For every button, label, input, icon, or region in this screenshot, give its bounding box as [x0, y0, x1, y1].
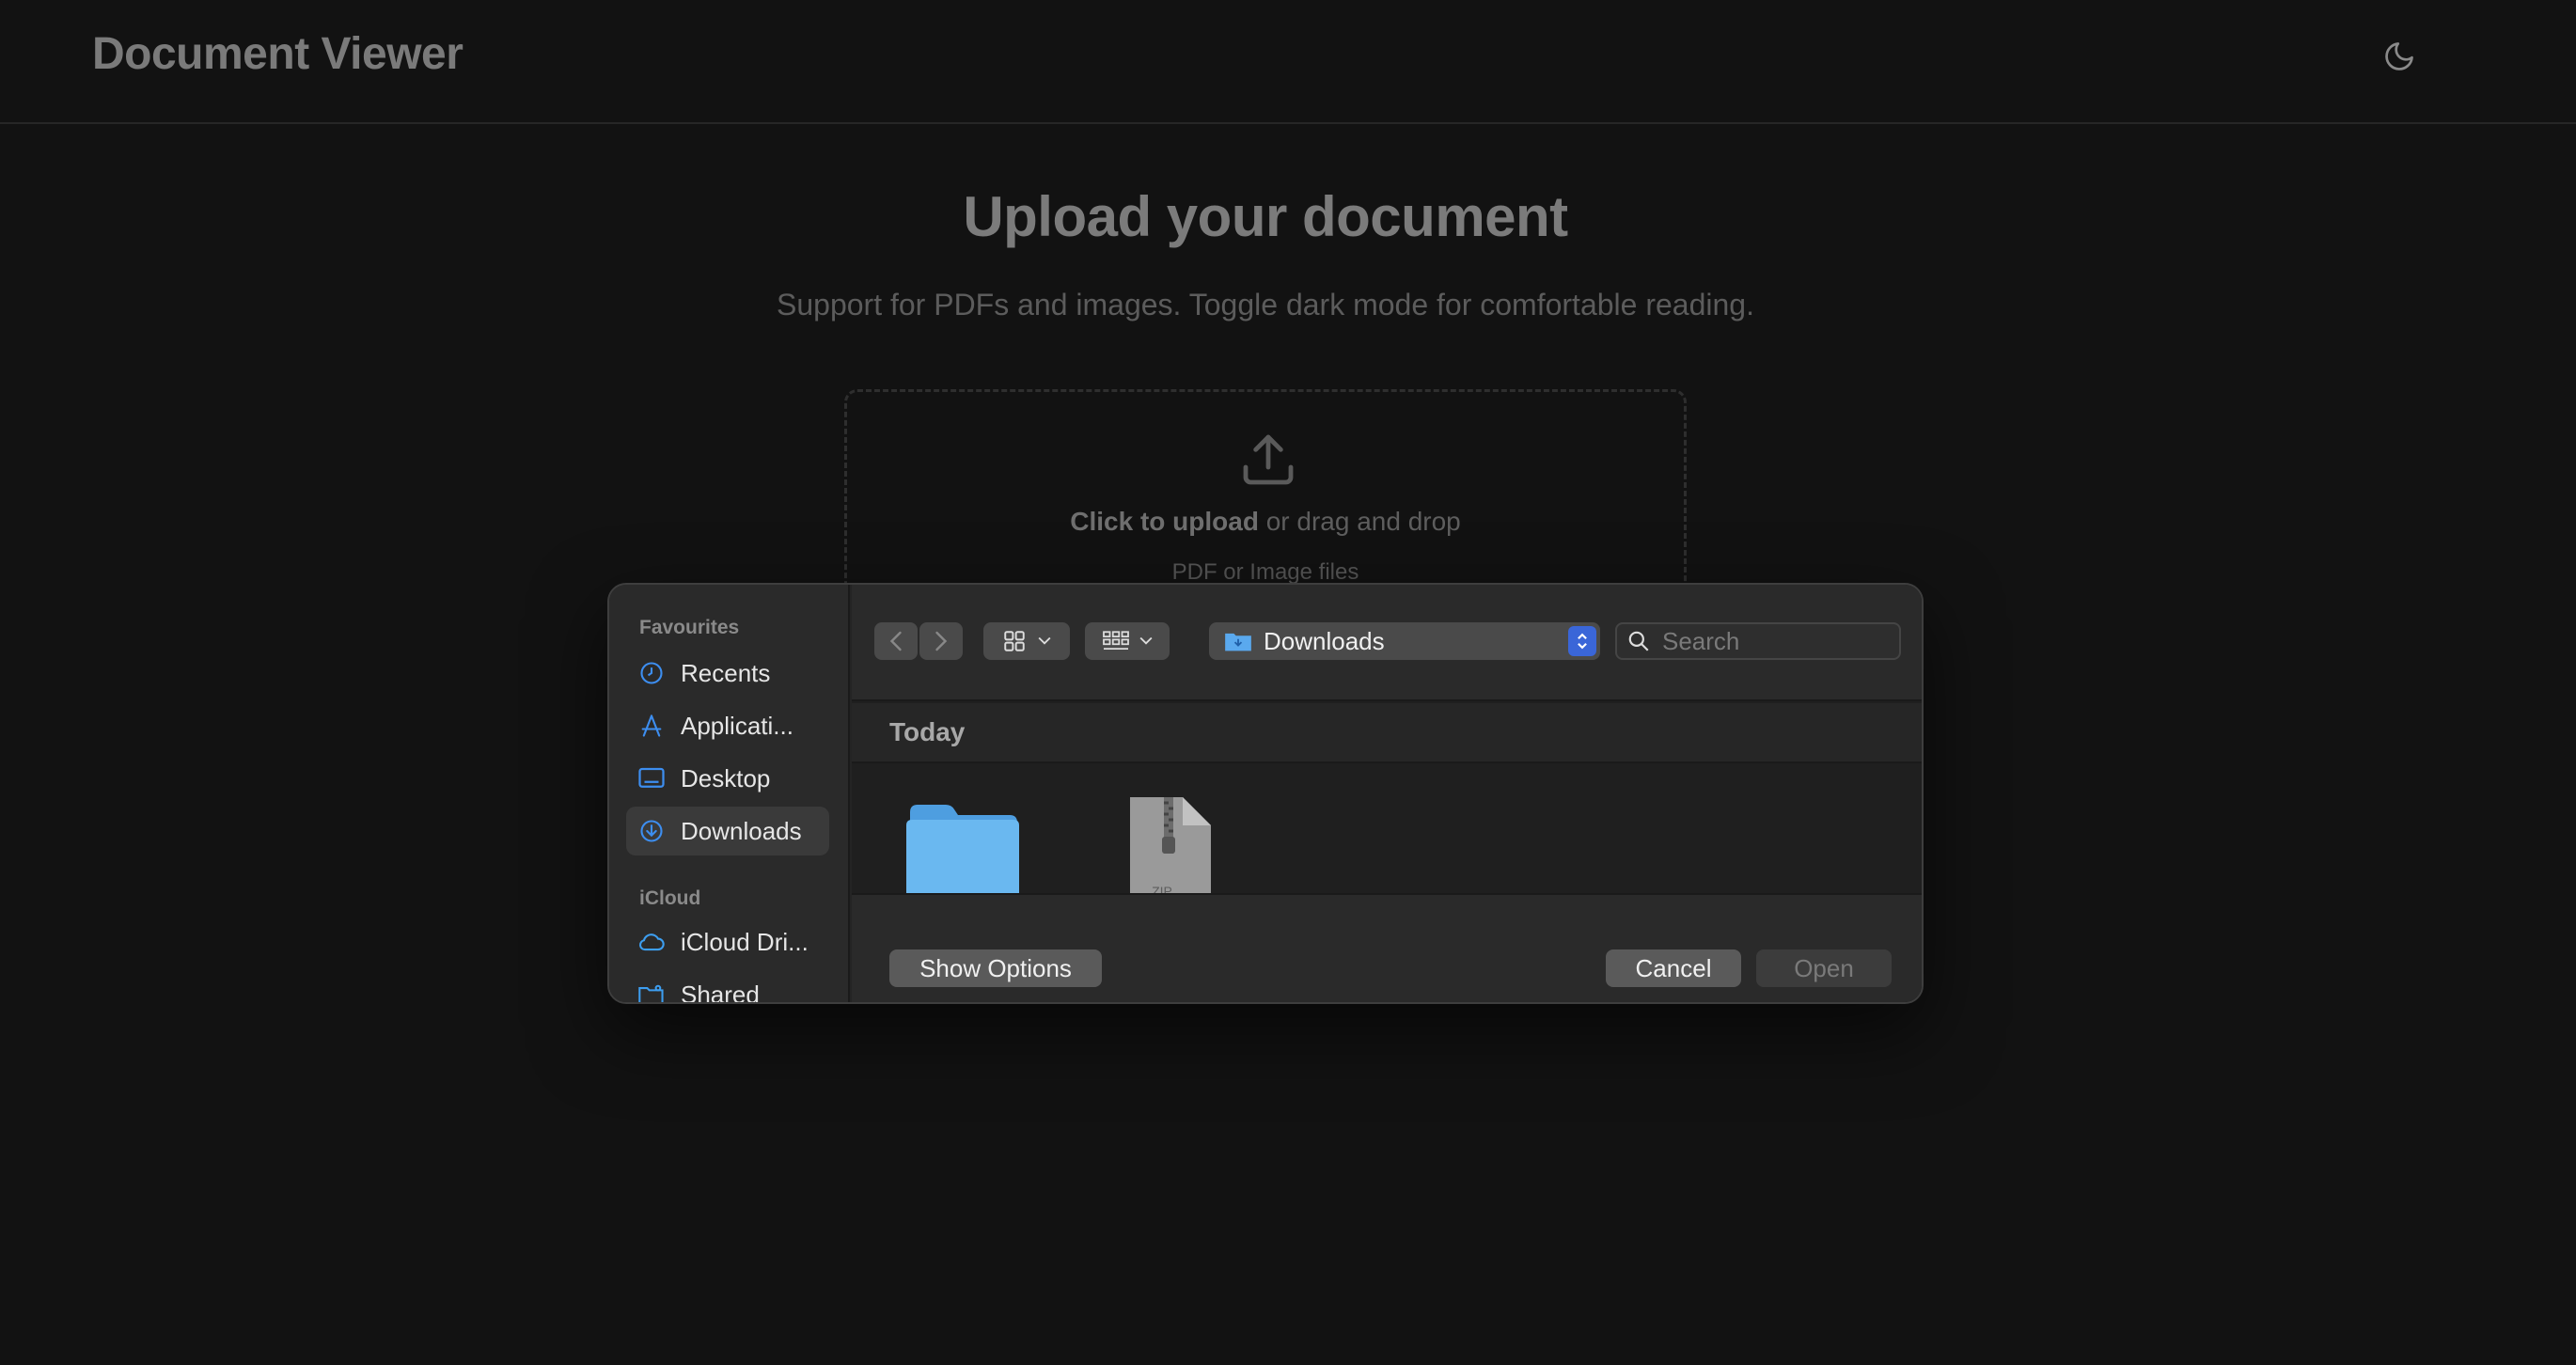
desktop-icon — [637, 764, 666, 792]
sidebar-item-desktop[interactable]: Desktop — [626, 754, 829, 803]
back-button[interactable] — [874, 622, 918, 660]
chevron-down-icon — [1139, 636, 1153, 645]
show-options-button[interactable]: Show Options — [889, 949, 1102, 987]
sidebar-item-label: iCloud Dri... — [681, 927, 809, 956]
sidebar-item-label: Desktop — [681, 763, 771, 792]
sidebar-item-label: Shared — [681, 980, 760, 1004]
sidebar-item-icloud-drive[interactable]: iCloud Dri... — [626, 918, 829, 966]
file-item-zip[interactable]: ZIP — [1128, 795, 1213, 893]
folder-icon — [906, 805, 1019, 893]
sidebar-section-favourites: Favourites — [639, 617, 740, 638]
app-title: Document Viewer — [92, 29, 463, 79]
location-popup[interactable]: Downloads — [1209, 622, 1600, 660]
click-to-upload-text: Click to upload — [1070, 507, 1259, 536]
sidebar-item-label: Applicati... — [681, 711, 793, 740]
sidebar-item-downloads[interactable]: Downloads — [626, 807, 829, 855]
search-field[interactable] — [1615, 622, 1901, 660]
cloud-icon — [637, 928, 666, 956]
search-input[interactable] — [1662, 626, 1888, 656]
search-icon — [1628, 631, 1649, 651]
open-button[interactable]: Open — [1756, 949, 1892, 987]
group-grid-icon — [1103, 631, 1129, 651]
moon-icon — [2385, 42, 2413, 71]
chevron-right-icon — [935, 631, 948, 651]
zip-file-icon — [1130, 797, 1211, 893]
sidebar-item-shared[interactable]: Shared — [626, 970, 829, 1004]
page-heading: Upload your document — [963, 185, 1568, 248]
applications-icon — [637, 712, 666, 740]
downloads-folder-icon — [1225, 633, 1251, 651]
shared-folder-icon — [637, 981, 666, 1002]
sidebar-item-recents[interactable]: Recents — [626, 649, 829, 698]
group-header-today: Today — [852, 703, 1922, 763]
app-header: Document Viewer — [0, 0, 2576, 124]
chevron-left-icon — [889, 631, 902, 651]
dialog-footer: Show Options Cancel Open — [852, 893, 1922, 1002]
zip-badge: ZIP — [1152, 884, 1172, 893]
location-label: Downloads — [1264, 626, 1385, 655]
sidebar-section-icloud: iCloud — [639, 887, 701, 909]
dropzone-hint: PDF or Image files — [1171, 559, 1359, 585]
dialog-toolbar: Downloads — [852, 585, 1922, 701]
clock-icon — [637, 659, 666, 687]
drag-drop-text: or drag and drop — [1258, 507, 1461, 536]
grid-icon — [1004, 631, 1025, 651]
updown-chevron-icon — [1568, 626, 1596, 656]
downloads-icon — [637, 817, 666, 845]
sidebar-item-label: Recents — [681, 658, 771, 687]
chevron-down-icon — [1038, 636, 1051, 645]
file-item-folder[interactable] — [904, 803, 1021, 893]
dialog-content: Downloads Today — [852, 585, 1922, 1002]
icon-view-button[interactable] — [983, 622, 1070, 660]
upload-icon — [1243, 434, 1294, 485]
forward-button[interactable] — [919, 622, 963, 660]
theme-toggle-button[interactable] — [2379, 36, 2420, 77]
file-open-dialog: Favourites Recents Applicati... Desktop … — [607, 583, 1924, 1004]
file-grid: ZIP — [852, 765, 1922, 893]
sidebar-item-applications[interactable]: Applicati... — [626, 701, 829, 750]
sidebar-item-label: Downloads — [681, 816, 802, 845]
group-by-button[interactable] — [1085, 622, 1170, 660]
page-subtitle: Support for PDFs and images. Toggle dark… — [777, 288, 1754, 322]
cancel-button[interactable]: Cancel — [1606, 949, 1741, 987]
dropzone-cta: Click to upload or drag and drop — [847, 507, 1684, 537]
dialog-sidebar: Favourites Recents Applicati... Desktop … — [609, 585, 850, 1002]
